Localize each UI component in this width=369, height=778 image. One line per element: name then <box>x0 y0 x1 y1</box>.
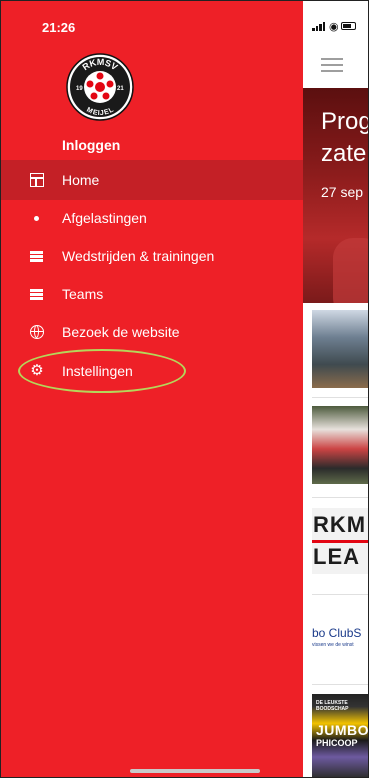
nav-item-instellingen[interactable]: ⚙ Instellingen <box>0 351 303 391</box>
news-thumbnail[interactable]: DE LEUKSTE BOODSCHAP JUMBO PHICOOP <box>312 694 369 778</box>
thumbnail-text: PHICOOP <box>316 738 358 748</box>
nav-item-label: Home <box>62 172 100 188</box>
featured-article-date: 27 sep <box>321 184 364 200</box>
thumbnail-text: vissen we de winst <box>312 642 354 648</box>
nav-item-label: Teams <box>62 286 104 302</box>
gear-icon: ⚙ <box>30 362 44 379</box>
nav-item-label: Instellingen <box>62 363 133 379</box>
battery-icon <box>341 22 356 30</box>
list-divider <box>312 497 369 498</box>
status-time: 21:26 <box>42 20 76 35</box>
nav-item-teams[interactable]: Teams <box>0 274 303 314</box>
table-icon <box>30 173 44 187</box>
list-icon <box>30 249 44 263</box>
main-content: ◉ Prog zate 27 sep RKM LEA bo ClubS viss… <box>303 0 369 778</box>
wifi-icon: ◉ <box>329 21 339 33</box>
status-indicators: ◉ <box>303 18 369 34</box>
nav-item-home[interactable]: Home <box>0 160 303 200</box>
nav-item-afgelastingen[interactable]: Afgelastingen <box>0 198 303 238</box>
thumbnail-text: bo ClubS <box>312 626 362 640</box>
navigation-drawer: 21:26 RKMSV MEIJEL 19 21 Inloggen Home A… <box>0 0 303 778</box>
nav-item-label: Bezoek de website <box>62 324 180 340</box>
nav-item-website[interactable]: Bezoek de website <box>0 312 303 352</box>
logo-year-left: 19 <box>76 86 83 92</box>
thumbnail-text: JUMBO <box>316 722 369 738</box>
cellular-signal-icon <box>312 22 326 31</box>
app-bar: ◉ <box>303 0 369 88</box>
login-link[interactable]: Inloggen <box>62 137 120 153</box>
news-thumbnail[interactable]: bo ClubS vissen we de winst <box>312 612 369 662</box>
club-logo: RKMSV MEIJEL 19 21 <box>66 53 134 121</box>
home-indicator[interactable] <box>130 769 260 773</box>
news-thumbnail[interactable] <box>312 406 369 484</box>
globe-icon <box>30 325 44 339</box>
list-divider <box>312 684 369 685</box>
list-icon <box>30 287 44 301</box>
nav-item-wedstrijden[interactable]: Wedstrijden & trainingen <box>0 236 303 276</box>
news-thumbnail[interactable] <box>312 310 369 388</box>
news-thumbnail[interactable]: RKM LEA <box>312 508 369 574</box>
thumbnail-text: RKM <box>313 512 367 537</box>
nav-item-label: Afgelastingen <box>62 210 147 226</box>
nav-item-label: Wedstrijden & trainingen <box>62 248 215 264</box>
featured-article-title: Prog zate <box>321 108 369 167</box>
list-divider <box>312 594 369 595</box>
thumbnail-text: DE LEUKSTE BOODSCHAP <box>316 700 349 712</box>
logo-year-right: 21 <box>117 86 124 92</box>
list-divider <box>312 397 369 398</box>
thumbnail-text: LEA <box>313 544 360 569</box>
dot-icon <box>34 216 39 221</box>
menu-icon[interactable] <box>321 58 343 72</box>
featured-article[interactable]: Prog zate 27 sep <box>303 88 369 303</box>
